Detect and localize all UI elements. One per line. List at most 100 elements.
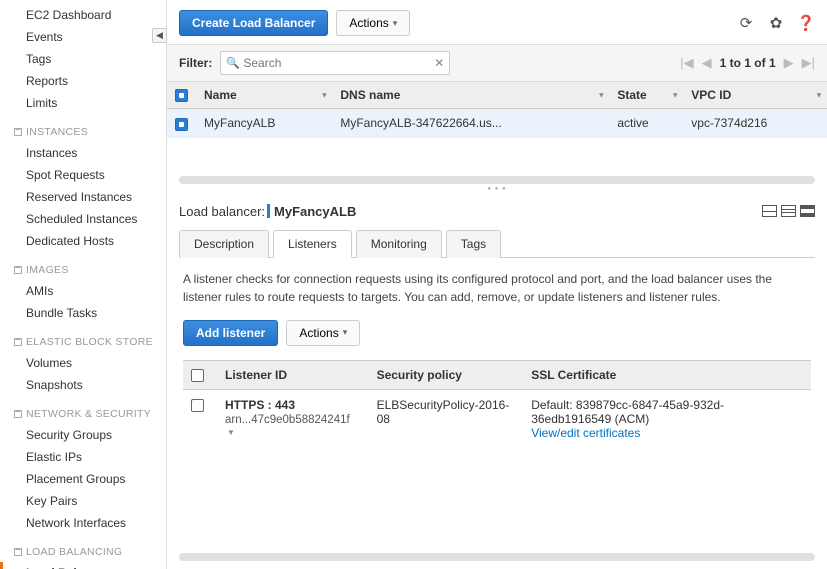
listener-column-header: Listener ID	[217, 360, 369, 389]
select-all-checkbox[interactable]	[175, 89, 188, 102]
tab-monitoring[interactable]: Monitoring	[356, 230, 442, 258]
column-header[interactable]: VPC ID▾	[683, 82, 827, 109]
sidebar-item[interactable]: Reports	[0, 70, 166, 92]
sidebar-item[interactable]: Key Pairs	[0, 490, 166, 512]
listener-actions-label: Actions	[299, 326, 338, 340]
sidebar-item[interactable]: AMIs	[0, 280, 166, 302]
pager-first-icon[interactable]: |◀	[680, 55, 693, 71]
sort-icon: ▾	[322, 91, 326, 100]
actions-button[interactable]: Actions ▾	[336, 10, 410, 36]
cell-dns: MyFancyALB-347622664.us...	[332, 109, 609, 138]
filter-bar: Filter: 🔍 ✕ |◀ ◀ 1 to 1 of 1 ▶ ▶|	[167, 44, 827, 82]
sidebar-item[interactable]: Load Balancers	[0, 562, 166, 569]
chevron-down-icon: ▾	[343, 327, 348, 338]
sidebar-group-header[interactable]: INSTANCES	[0, 120, 166, 142]
sidebar-item[interactable]: Security Groups	[0, 424, 166, 446]
select-all-listener-checkbox[interactable]	[191, 369, 204, 382]
actions-label: Actions	[349, 16, 388, 30]
sidebar-group-header[interactable]: NETWORK & SECURITY	[0, 402, 166, 424]
load-balancer-table: Name▾DNS name▾State▾VPC ID▾ MyFancyALBMy…	[167, 82, 827, 138]
pager-next-icon[interactable]: ▶	[784, 55, 794, 71]
column-header[interactable]: Name▾	[196, 82, 332, 109]
view-edit-certificates-link[interactable]: View/edit certificates	[531, 426, 803, 440]
column-header[interactable]: State▾	[609, 82, 683, 109]
gear-icon[interactable]: ✿	[767, 14, 785, 32]
column-header[interactable]: DNS name▾	[332, 82, 609, 109]
chevron-down-icon: ▼	[227, 428, 235, 437]
cell-state: active	[609, 109, 683, 138]
sidebar-item[interactable]: Reserved Instances	[0, 186, 166, 208]
horizontal-scrollbar[interactable]	[179, 553, 815, 561]
sidebar-collapse-handle[interactable]: ◀	[152, 28, 167, 43]
tab-tags[interactable]: Tags	[446, 230, 501, 258]
table-row[interactable]: MyFancyALBMyFancyALB-347622664.us...acti…	[167, 109, 827, 138]
sidebar: EC2 DashboardEventsTagsReportsLimits INS…	[0, 0, 167, 569]
collapse-icon	[14, 266, 22, 274]
add-listener-button[interactable]: Add listener	[183, 320, 278, 346]
detail-tabs: DescriptionListenersMonitoringTags	[179, 229, 815, 258]
sidebar-item[interactable]: Placement Groups	[0, 468, 166, 490]
sidebar-group-header[interactable]: LOAD BALANCING	[0, 540, 166, 562]
listener-description: A listener checks for connection request…	[183, 270, 811, 306]
pager-text: 1 to 1 of 1	[720, 56, 776, 70]
listener-checkbox[interactable]	[191, 399, 204, 412]
refresh-icon[interactable]: ⟳	[737, 14, 755, 32]
main-panel: Create Load Balancer Actions ▾ ⟳ ✿ ❓ Fil…	[167, 0, 827, 569]
sidebar-item[interactable]: Network Interfaces	[0, 512, 166, 534]
detail-marker-icon	[267, 204, 270, 218]
clear-search-icon[interactable]: ✕	[434, 56, 444, 70]
listener-column-header: SSL Certificate	[523, 360, 811, 389]
sort-icon: ▾	[673, 91, 677, 100]
search-icon: 🔍	[226, 57, 240, 70]
cell-vpc: vpc-7374d216	[683, 109, 827, 138]
search-input[interactable]	[220, 51, 450, 75]
listener-arn[interactable]: arn...47c9e0b58824241f ▼	[225, 414, 361, 438]
sidebar-item[interactable]: Elastic IPs	[0, 446, 166, 468]
cell-name: MyFancyALB	[196, 109, 332, 138]
toolbar: Create Load Balancer Actions ▾ ⟳ ✿ ❓	[167, 0, 827, 44]
layout-split-icon[interactable]	[762, 205, 777, 217]
sidebar-item[interactable]: Tags	[0, 48, 166, 70]
detail-value: MyFancyALB	[274, 204, 356, 219]
tab-listeners[interactable]: Listeners	[273, 230, 352, 258]
sidebar-item[interactable]: Instances	[0, 142, 166, 164]
pager-prev-icon[interactable]: ◀	[702, 55, 712, 71]
sidebar-group-header[interactable]: ELASTIC BLOCK STORE	[0, 330, 166, 352]
collapse-icon	[14, 128, 22, 136]
layout-full-icon[interactable]	[800, 205, 815, 217]
panel-resize-handle[interactable]: ● ● ●	[167, 184, 827, 192]
sidebar-item[interactable]: Snapshots	[0, 374, 166, 396]
collapse-icon	[14, 548, 22, 556]
listener-actions-button[interactable]: Actions ▾	[286, 320, 360, 346]
tab-description[interactable]: Description	[179, 230, 269, 258]
sidebar-item[interactable]: Scheduled Instances	[0, 208, 166, 230]
listener-row[interactable]: HTTPS : 443 arn...47c9e0b58824241f ▼ ELBSe…	[183, 389, 811, 448]
collapse-icon	[14, 410, 22, 418]
listener-protocol: HTTPS : 443	[225, 398, 361, 412]
sidebar-item[interactable]: Limits	[0, 92, 166, 114]
listener-policy: ELBSecurityPolicy-2016-08	[369, 389, 524, 448]
listener-table: Listener IDSecurity policySSL Certificat…	[183, 360, 811, 448]
sidebar-item[interactable]: Bundle Tasks	[0, 302, 166, 324]
sidebar-item[interactable]: Spot Requests	[0, 164, 166, 186]
sidebar-item[interactable]: Dedicated Hosts	[0, 230, 166, 252]
chevron-down-icon: ▾	[393, 18, 398, 29]
sidebar-item[interactable]: Events	[0, 26, 166, 48]
sidebar-group-header[interactable]: IMAGES	[0, 258, 166, 280]
detail-panel: Load balancer: MyFancyALB DescriptionLis…	[167, 192, 827, 553]
listener-column-header: Security policy	[369, 360, 524, 389]
collapse-icon	[14, 338, 22, 346]
filter-label: Filter:	[179, 56, 212, 70]
horizontal-scrollbar[interactable]	[179, 176, 815, 184]
sort-icon: ▾	[599, 91, 603, 100]
sidebar-item[interactable]: Volumes	[0, 352, 166, 374]
sort-icon: ▾	[817, 91, 821, 100]
layout-rows-icon[interactable]	[781, 205, 796, 217]
sidebar-item[interactable]: EC2 Dashboard	[0, 4, 166, 26]
create-load-balancer-button[interactable]: Create Load Balancer	[179, 10, 328, 36]
pager: |◀ ◀ 1 to 1 of 1 ▶ ▶|	[680, 55, 815, 71]
help-icon[interactable]: ❓	[797, 14, 815, 32]
cert-default-label: Default:	[531, 398, 572, 412]
pager-last-icon[interactable]: ▶|	[802, 55, 815, 71]
row-checkbox[interactable]	[175, 118, 188, 131]
